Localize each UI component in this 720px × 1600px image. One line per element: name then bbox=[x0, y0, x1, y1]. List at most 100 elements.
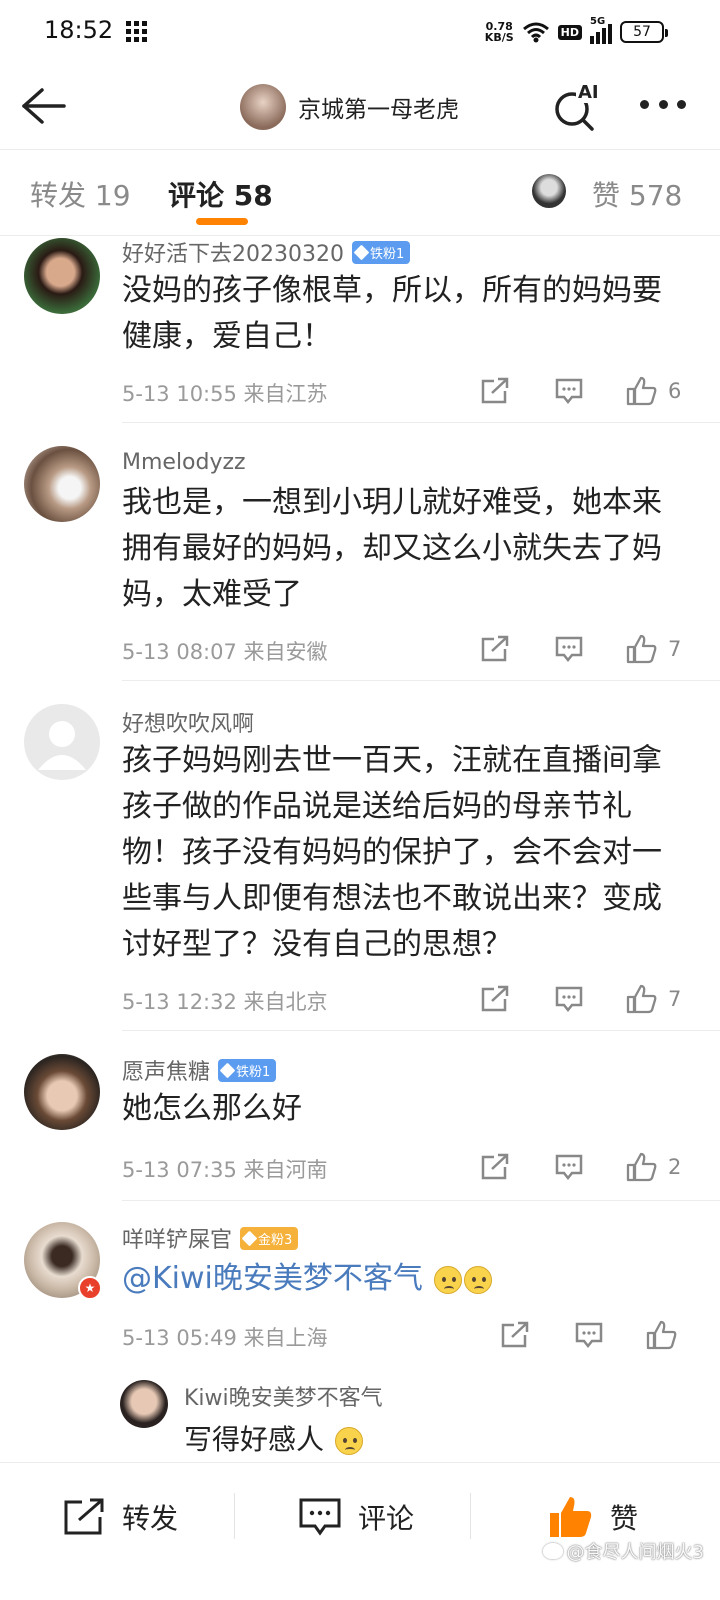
tab-bar: 转发 19 评论 58 赞 578 bbox=[0, 150, 720, 236]
share-icon bbox=[481, 985, 509, 1012]
comment-author[interactable]: 愿声焦糖 铁粉1 bbox=[122, 1054, 277, 1086]
comment-item: 愿声焦糖 铁粉1 她怎么那么好 5-13 07:35 来自河南 2 bbox=[0, 1052, 720, 1202]
avatar[interactable] bbox=[120, 1380, 168, 1428]
app-grid-icon bbox=[126, 21, 147, 42]
comment-text: 我也是，一想到小玥儿就好难受，她本来拥有最好的妈妈，却又这么小就失去了妈妈，太难… bbox=[122, 485, 662, 612]
comment-button[interactable]: 评论 bbox=[298, 1493, 414, 1541]
like-button[interactable]: 2 bbox=[626, 1150, 681, 1184]
username[interactable]: Mmelodyzz bbox=[122, 450, 246, 475]
watermark-text: @食尽人间烟火3 bbox=[566, 1542, 704, 1563]
badge-label: 铁粉1 bbox=[236, 1064, 271, 1080]
reply-button[interactable] bbox=[554, 374, 584, 408]
share-button[interactable] bbox=[480, 1150, 510, 1184]
comment-icon bbox=[555, 636, 583, 663]
divider bbox=[122, 1200, 720, 1201]
comment-meta: 5-13 07:35 来自河南 bbox=[122, 1158, 328, 1182]
status-bar: 18:52 0.78 KB/S HD 5G 57 bbox=[0, 0, 720, 64]
like-button[interactable]: 7 bbox=[626, 982, 681, 1016]
comment-text: 孩子妈妈刚去世一百天，汪就在直播间拿孩子做的作品说是送给后妈的母亲节礼物！孩子没… bbox=[122, 743, 662, 962]
tab-repost[interactable]: 转发 19 bbox=[30, 174, 131, 214]
verified-badge-icon: ★ bbox=[78, 1276, 102, 1300]
avatar[interactable] bbox=[24, 1054, 100, 1130]
avatar[interactable] bbox=[24, 238, 100, 314]
hd-indicator: HD bbox=[557, 24, 582, 40]
back-arrow-icon[interactable] bbox=[20, 86, 66, 126]
comment-meta: 5-13 08:07 来自安徽 bbox=[122, 640, 328, 664]
more-options-icon[interactable] bbox=[640, 100, 686, 112]
username[interactable]: 愿声焦糖 bbox=[122, 1054, 210, 1086]
like-count: 7 bbox=[668, 637, 682, 661]
reply-button[interactable] bbox=[554, 632, 584, 666]
frown-emoji-icon bbox=[464, 1265, 493, 1294]
repost-label: 转发 bbox=[122, 1502, 179, 1535]
comment-item: 好好活下去20230320 铁粉1 没妈的孩子像根草，所以，所有的妈妈要健康，爱… bbox=[0, 236, 720, 424]
badge-label: 金粉3 bbox=[258, 1232, 293, 1248]
comment-author[interactable]: 好好活下去20230320 铁粉1 bbox=[122, 236, 411, 268]
thumbs-up-icon bbox=[626, 376, 657, 406]
reply-text-content: 写得好感人 bbox=[184, 1423, 325, 1456]
comment-icon bbox=[555, 986, 583, 1013]
reply-item[interactable]: Kiwi晚安美梦不客气 写得好感人 bbox=[120, 1376, 680, 1460]
comment-icon bbox=[555, 378, 583, 405]
ai-label: AI bbox=[576, 82, 601, 103]
diamond-icon bbox=[241, 1230, 258, 1246]
network-speed-unit: KB/S bbox=[484, 31, 514, 44]
network-speed: 0.78 KB/S bbox=[485, 21, 514, 43]
comment-author[interactable]: Mmelodyzz bbox=[122, 450, 246, 475]
signal-type: 5G bbox=[590, 16, 606, 27]
avatar[interactable]: ★ bbox=[24, 1222, 102, 1300]
comment-author[interactable]: 咩咩铲屎官 金粉3 bbox=[122, 1222, 299, 1254]
reply-button[interactable] bbox=[554, 1150, 584, 1184]
like-count: 6 bbox=[668, 379, 682, 403]
username[interactable]: 好好活下去20230320 bbox=[122, 236, 344, 268]
share-button[interactable] bbox=[480, 982, 510, 1016]
fan-badge: 金粉3 bbox=[240, 1226, 299, 1250]
frown-emoji-icon bbox=[434, 1265, 463, 1294]
share-icon bbox=[501, 1321, 529, 1348]
comment-label: 评论 bbox=[358, 1502, 415, 1535]
reply-button[interactable] bbox=[554, 982, 584, 1016]
thumbs-up-icon bbox=[646, 1320, 677, 1350]
diamond-icon bbox=[219, 1062, 236, 1078]
cell-signal-icon: 5G bbox=[590, 16, 612, 44]
diamond-icon bbox=[353, 244, 370, 260]
comment-icon bbox=[575, 1322, 603, 1349]
page-title: 京城第一母老虎 bbox=[298, 97, 459, 123]
watermark: @食尽人间烟火3 bbox=[542, 1538, 704, 1564]
thumbs-up-icon bbox=[550, 1497, 592, 1537]
share-button[interactable] bbox=[480, 632, 510, 666]
thumbs-up-icon bbox=[626, 984, 657, 1014]
like-button[interactable] bbox=[646, 1318, 678, 1352]
comment-item: Mmelodyzz 我也是，一想到小玥儿就好难受，她本来拥有最好的妈妈，却又这么… bbox=[0, 446, 720, 682]
tab-comment[interactable]: 评论 58 bbox=[168, 174, 273, 214]
avatar[interactable] bbox=[24, 704, 100, 780]
username[interactable]: 好想吹吹风啊 bbox=[122, 706, 254, 738]
avatar[interactable] bbox=[24, 446, 100, 522]
reply-author[interactable]: Kiwi晚安美梦不客气 bbox=[184, 1380, 383, 1412]
share-button[interactable] bbox=[500, 1318, 530, 1352]
like-button[interactable]: 7 bbox=[626, 632, 681, 666]
mention-link[interactable]: @Kiwi晚安美梦不客气 bbox=[122, 1261, 423, 1296]
thumbs-up-icon bbox=[626, 1152, 657, 1182]
active-tab-indicator bbox=[196, 218, 248, 225]
tab-like[interactable]: 赞 578 bbox=[592, 174, 682, 214]
comment-text: 没妈的孩子像根草，所以，所有的妈妈要健康，爱自己！ bbox=[122, 273, 662, 354]
comment-meta: 5-13 05:49 来自上海 bbox=[122, 1326, 328, 1350]
avatar[interactable] bbox=[240, 84, 286, 130]
share-icon bbox=[481, 635, 509, 662]
ai-search-button[interactable]: AI bbox=[552, 82, 602, 132]
like-button[interactable]: 6 bbox=[626, 374, 681, 408]
clock: 18:52 bbox=[44, 16, 114, 44]
liker-avatar[interactable] bbox=[532, 174, 566, 208]
like-count: 7 bbox=[668, 987, 682, 1011]
comment-meta: 5-13 12:32 来自北京 bbox=[122, 990, 328, 1014]
comment-author[interactable]: 好想吹吹风啊 bbox=[122, 706, 254, 738]
fan-badge: 铁粉1 bbox=[218, 1058, 277, 1082]
profile-header[interactable]: 京城第一母老虎 bbox=[240, 82, 459, 132]
repost-button[interactable]: 转发 bbox=[62, 1493, 178, 1541]
top-nav-bar: 京城第一母老虎 AI bbox=[0, 64, 720, 150]
username[interactable]: 咩咩铲屎官 bbox=[122, 1222, 232, 1254]
like-post-button[interactable]: 赞 bbox=[548, 1493, 638, 1541]
share-button[interactable] bbox=[480, 374, 510, 408]
reply-button[interactable] bbox=[574, 1318, 604, 1352]
